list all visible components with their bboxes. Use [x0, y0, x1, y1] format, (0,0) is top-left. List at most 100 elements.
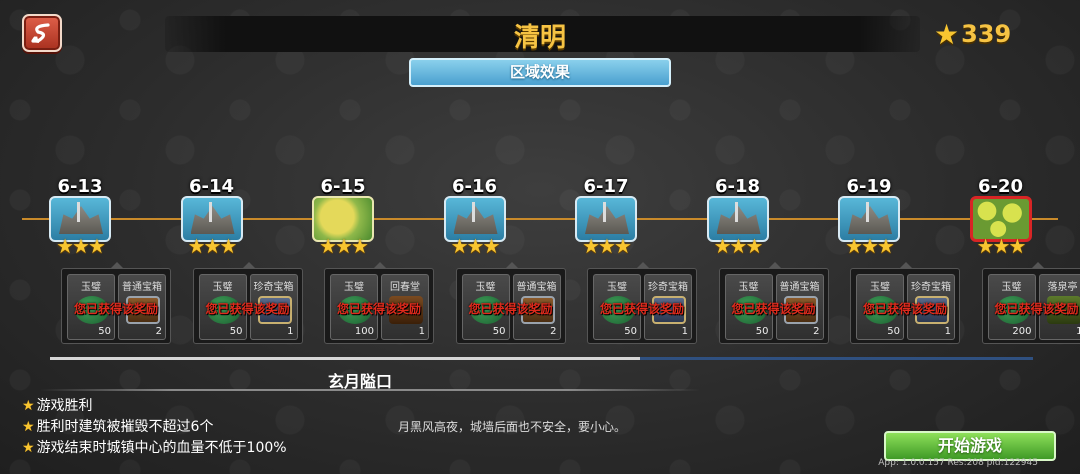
reward-item-count: 2 [550, 326, 557, 337]
level-number: 6-19 [846, 176, 892, 197]
star-icon: ★ [22, 440, 35, 456]
reward-obtained-status: 您已获得该奖励 [994, 302, 1079, 316]
reward-item-name: 玉璧 [738, 282, 759, 293]
level-node-6-19[interactable]: 6-19 ★★★ [833, 176, 905, 266]
reward-pointer [767, 262, 782, 269]
level-number: 6-17 [583, 176, 629, 197]
reward-item-count: 1 [1076, 326, 1080, 337]
reward-obtained-status: 您已获得该奖励 [73, 302, 158, 316]
reward-item-name: 回春堂 [390, 282, 420, 293]
map-progress-fill [50, 357, 640, 360]
reward-item-count: 100 [354, 326, 374, 337]
reward-item-name: 珍奇宝箱 [648, 282, 688, 293]
level-node-6-18[interactable]: 6-18 ★★★ [702, 176, 774, 266]
reward-item-name: 普通宝箱 [779, 282, 820, 293]
star-total-value: 339 [961, 20, 1012, 48]
reward-item-count: 2 [813, 326, 820, 337]
reward-card: 玉璧 50 普通宝箱 2 您已获得该奖励 [61, 262, 171, 344]
reward-card: 玉璧 50 普通宝箱 2 您已获得该奖励 [455, 262, 566, 344]
level-number: 6-18 [714, 176, 761, 197]
level-number: 6-20 [977, 176, 1024, 197]
star-icon: ★ [22, 398, 35, 414]
reward-item-name: 玉璧 [475, 282, 496, 293]
reward-item-count: 50 [624, 326, 637, 337]
objective-text: 游戏结束时城镇中心的血量不低于100% [36, 440, 287, 456]
reward-item-count: 50 [755, 326, 769, 337]
reward-item-name: 玉璧 [870, 282, 890, 293]
reward-item-count: 1 [287, 326, 294, 337]
start-game-button[interactable]: 开始游戏 [884, 431, 1056, 461]
star-icon: ★ [934, 17, 960, 51]
reward-item-name: 普通宝箱 [122, 282, 162, 293]
reward-obtained-status: 您已获得该奖励 [862, 302, 947, 316]
reward-item-count: 50 [887, 326, 900, 337]
objective-item: ★ 游戏胜利 [22, 396, 287, 417]
level-node-6-14[interactable]: 6-14 ★★★ [176, 176, 248, 266]
level-number: 6-14 [188, 176, 235, 197]
star-total: ★ 339 [934, 17, 1012, 51]
reward-pointer [636, 262, 650, 269]
objective-text: 胜利时建筑被摧毁不超过6个 [36, 419, 214, 435]
reward-card: 玉璧 100 回春堂 1 您已获得该奖励 [324, 262, 434, 344]
reward-item-count: 2 [155, 326, 162, 337]
reward-card: 玉璧 50 珍奇宝箱 1 您已获得该奖励 [192, 262, 303, 344]
reward-obtained-status: 您已获得该奖励 [468, 302, 553, 316]
reward-pointer [373, 262, 387, 269]
reward-item-name: 珍奇宝箱 [911, 282, 951, 293]
reward-item-count: 200 [1012, 326, 1032, 337]
reward-pointer [1030, 262, 1045, 269]
reward-item-name: 珍奇宝箱 [253, 282, 294, 293]
level-stars: ★★★ [713, 234, 764, 258]
reward-item-name: 玉璧 [1001, 282, 1022, 293]
reward-card: 玉璧 50 珍奇宝箱 1 您已获得该奖励 [850, 262, 960, 344]
level-node-6-13[interactable]: 6-13 ★★★ [44, 176, 116, 266]
reward-item-count: 50 [492, 326, 506, 337]
reward-pointer [241, 262, 256, 269]
reward-item-name: 玉璧 [344, 282, 364, 293]
reward-item-name: 落泉亭 [1047, 282, 1078, 293]
level-stars: ★★★ [582, 234, 632, 258]
area-effect-button[interactable]: 区域效果 [409, 58, 671, 87]
reward-obtained-status: 您已获得该奖励 [205, 302, 290, 316]
reward-item-name: 玉璧 [212, 282, 233, 293]
level-node-6-15[interactable]: 6-15 ★★★ [307, 176, 379, 266]
reward-pointer [110, 262, 124, 269]
reward-item-name: 玉璧 [607, 282, 627, 293]
objective-text: 游戏胜利 [36, 398, 93, 414]
level-stars: ★★★ [976, 234, 1027, 258]
star-icon: ★ [22, 419, 35, 435]
reward-item-count: 1 [418, 326, 425, 337]
level-number: 6-13 [57, 176, 103, 197]
reward-card: 玉璧 50 珍奇宝箱 1 您已获得该奖励 [587, 262, 697, 344]
reward-pointer [504, 262, 519, 269]
level-stars: ★★★ [450, 234, 501, 258]
page-title: 清明 [513, 23, 566, 53]
map-progress-bar [50, 357, 1033, 360]
reward-obtained-status: 您已获得该奖励 [336, 302, 421, 316]
app-version-info: App: 1.0.0.157 Res:208 pid:122945 [878, 458, 1038, 468]
reward-item-count: 50 [229, 326, 243, 337]
level-node-6-16[interactable]: 6-16 ★★★ [439, 176, 511, 266]
level-number: 6-15 [320, 176, 366, 197]
objective-item: ★ 游戏结束时城镇中心的血量不低于100% [22, 438, 287, 459]
reward-card: 玉璧 50 普通宝箱 2 您已获得该奖励 [718, 262, 829, 344]
map-name-underline [40, 389, 700, 391]
reward-card: 玉璧 200 落泉亭 1 您已获得该奖励 [981, 262, 1080, 344]
level-stars: ★★★ [187, 234, 238, 258]
reward-item-count: 50 [98, 326, 111, 337]
level-node-6-20[interactable]: 6-20 ★★★ [965, 176, 1037, 266]
reward-item-count: 1 [944, 326, 951, 337]
objective-list: ★ 游戏胜利 ★ 胜利时建筑被摧毁不超过6个 ★ 游戏结束时城镇中心的血量不低于… [22, 396, 287, 459]
level-node-6-17[interactable]: 6-17 ★★★ [570, 176, 642, 266]
reward-obtained-status: 您已获得该奖励 [599, 302, 684, 316]
reward-item-name: 玉璧 [81, 282, 101, 293]
level-stars: ★★★ [56, 234, 106, 258]
level-tip: 月黑风高夜，城墙后面也不安全，要小心。 [398, 420, 627, 434]
reward-obtained-status: 您已获得该奖励 [731, 302, 816, 316]
reward-item-name: 普通宝箱 [516, 282, 557, 293]
level-stars: ★★★ [319, 234, 369, 258]
reward-pointer [899, 262, 913, 269]
level-stars: ★★★ [845, 234, 895, 258]
reward-item-count: 1 [681, 326, 688, 337]
level-number: 6-16 [451, 176, 498, 197]
